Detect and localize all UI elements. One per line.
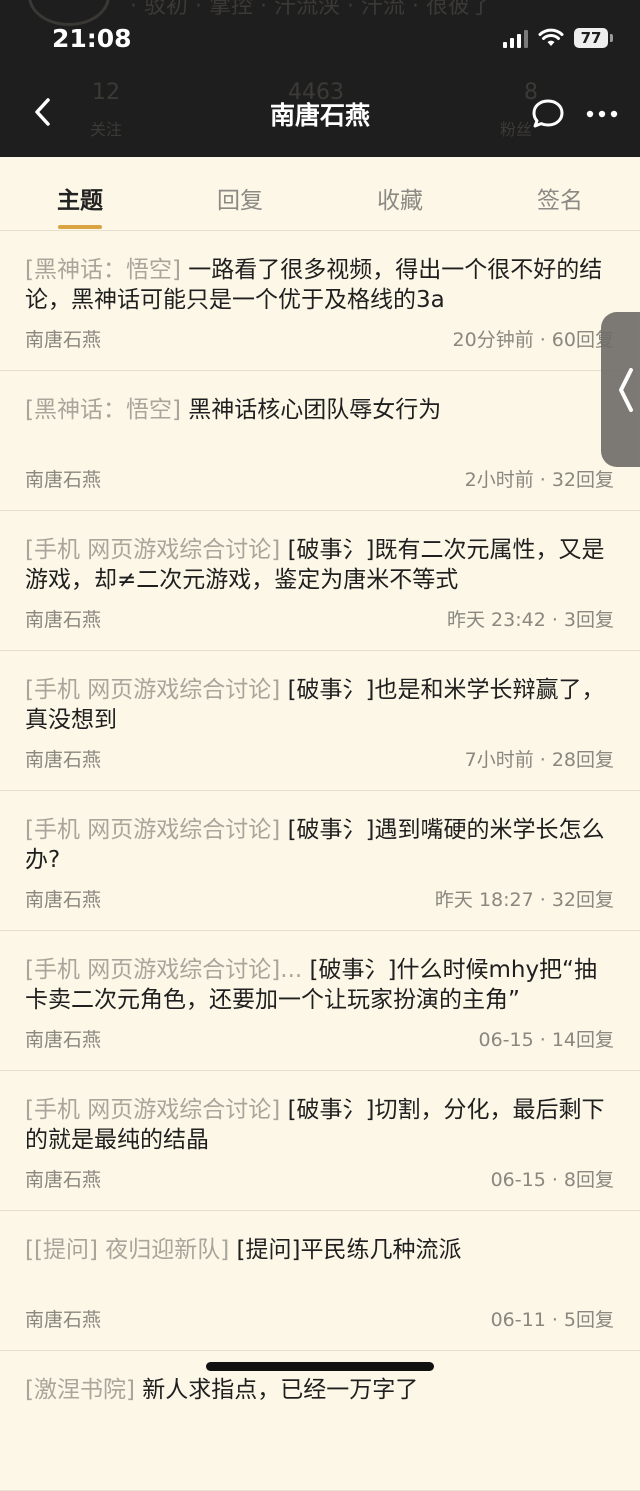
list-item[interactable]: [黑神话：悟空] 一路看了很多视频，得出一个很不好的结论，黑神话可能只是一个优于… <box>0 231 640 371</box>
post-list: [黑神话：悟空] 一路看了很多视频，得出一个很不好的结论，黑神话可能只是一个优于… <box>0 231 640 1491</box>
post-forum: [手机 网页游戏综合讨论] <box>25 677 281 703</box>
post-forum: [手机 网页游戏综合讨论] <box>25 1097 281 1123</box>
list-item[interactable]: [手机 网页游戏综合讨论] [破事氵]遇到嘴硬的米学长怎么办? 南唐石燕 昨天 … <box>0 791 640 931</box>
post-title: [手机 网页游戏综合讨论] [破事氵]也是和米学长辩赢了，真没想到 <box>25 675 615 735</box>
post-author: 南唐石燕 <box>25 749 102 771</box>
post-meta: 昨天 23:42 · 3回复 <box>446 609 614 631</box>
post-title: [[提问] 夜归迎新队] [提问]平民练几种流派 <box>25 1235 615 1265</box>
tab-bar: 主题 回复 收藏 签名 <box>0 157 640 231</box>
post-author: 南唐石燕 <box>25 469 102 491</box>
signal-icon <box>503 28 528 48</box>
tab-signature[interactable]: 签名 <box>500 181 620 215</box>
post-author: 南唐石燕 <box>25 1029 102 1051</box>
list-item[interactable]: [黑神话：悟空] 黑神话核心团队辱女行为 南唐石燕 2小时前 · 32回复 <box>0 371 640 511</box>
post-forum: [[提问] 夜归迎新队] <box>25 1237 230 1263</box>
tab-favorites[interactable]: 收藏 <box>340 181 460 215</box>
tab-topics[interactable]: 主题 <box>20 181 140 215</box>
post-title-text: 黑神话核心团队辱女行为 <box>180 397 442 423</box>
post-title: [手机 网页游戏综合讨论] [破事氵]切割，分化，最后剩下的就是最纯的结晶 <box>25 1095 615 1155</box>
post-forum: [手机 网页游戏综合讨论] <box>25 537 281 563</box>
list-item[interactable]: [手机 网页游戏综合讨论] [破事氵]也是和米学长辩赢了，真没想到 南唐石燕 7… <box>0 651 640 791</box>
battery-icon: 77 <box>574 28 613 48</box>
post-meta: 昨天 18:27 · 32回复 <box>434 889 614 911</box>
list-item[interactable]: [激涅书院] 新人求指点，已经一万字了 <box>0 1351 640 1491</box>
chevron-left-icon <box>619 368 633 412</box>
post-author: 南唐石燕 <box>25 889 102 911</box>
post-meta: 06-15 · 14回复 <box>478 1029 614 1051</box>
post-title: [激涅书院] 新人求指点，已经一万字了 <box>25 1375 615 1405</box>
post-title-text: [提问]平民练几种流派 <box>229 1237 462 1263</box>
post-meta: 7小时前 · 28回复 <box>464 749 614 771</box>
post-forum: [黑神话：悟空] <box>25 257 181 283</box>
post-meta: 2小时前 · 32回复 <box>464 469 614 491</box>
post-author: 南唐石燕 <box>25 1309 102 1331</box>
post-forum: [手机 网页游戏综合讨论]... <box>25 957 303 983</box>
top-bar: · 驳初 · 掌控 · 汗流浃 · 汗流 · 很彼了 12 4463 8 关注 … <box>0 0 640 157</box>
post-meta: 20分钟前 · 60回复 <box>452 329 614 351</box>
post-forum: [黑神话：悟空] <box>25 397 181 423</box>
post-author: 南唐石燕 <box>25 609 102 631</box>
list-item[interactable]: [[提问] 夜归迎新队] [提问]平民练几种流派 南唐石燕 06-11 · 5回… <box>0 1211 640 1351</box>
side-drawer-handle[interactable] <box>601 312 640 467</box>
post-forum: [手机 网页游戏综合讨论] <box>25 817 281 843</box>
post-title-text: 新人求指点，已经一万字了 <box>134 1377 419 1403</box>
status-time: 21:08 <box>52 24 132 53</box>
list-item[interactable]: [手机 网页游戏综合讨论] [破事氵]切割，分化，最后剩下的就是最纯的结晶 南唐… <box>0 1071 640 1211</box>
active-tab-indicator <box>58 225 102 229</box>
chat-bubble-icon[interactable] <box>530 96 566 132</box>
post-title: [黑神话：悟空] 一路看了很多视频，得出一个很不好的结论，黑神话可能只是一个优于… <box>25 255 615 315</box>
post-meta: 06-11 · 5回复 <box>490 1309 614 1331</box>
post-title: [手机 网页游戏综合讨论] [破事氵]遇到嘴硬的米学长怎么办? <box>25 815 615 875</box>
post-author: 南唐石燕 <box>25 329 102 351</box>
post-forum: [激涅书院] <box>25 1377 135 1403</box>
ghost-avatar <box>28 0 110 26</box>
home-indicator[interactable] <box>206 1362 434 1371</box>
wifi-icon <box>538 28 564 46</box>
status-icons: 77 <box>503 28 613 48</box>
list-item[interactable]: [手机 网页游戏综合讨论] [破事氵]既有二次元属性，又是游戏，却≠二次元游戏，… <box>0 511 640 651</box>
more-dots-icon[interactable] <box>584 100 620 128</box>
post-title: [黑神话：悟空] 黑神话核心团队辱女行为 <box>25 395 615 425</box>
list-item[interactable]: [手机 网页游戏综合讨论]... [破事氵]什么时候mhy把“抽卡卖二次元角色，… <box>0 931 640 1071</box>
post-author: 南唐石燕 <box>25 1169 102 1191</box>
tab-replies[interactable]: 回复 <box>180 181 300 215</box>
post-title: [手机 网页游戏综合讨论] [破事氵]既有二次元属性，又是游戏，却≠二次元游戏，… <box>25 535 615 595</box>
post-meta: 06-15 · 8回复 <box>490 1169 614 1191</box>
post-title: [手机 网页游戏综合讨论]... [破事氵]什么时候mhy把“抽卡卖二次元角色，… <box>25 955 615 1015</box>
ghost-header-text: · 驳初 · 掌控 · 汗流浃 · 汗流 · 很彼了 <box>130 0 492 19</box>
